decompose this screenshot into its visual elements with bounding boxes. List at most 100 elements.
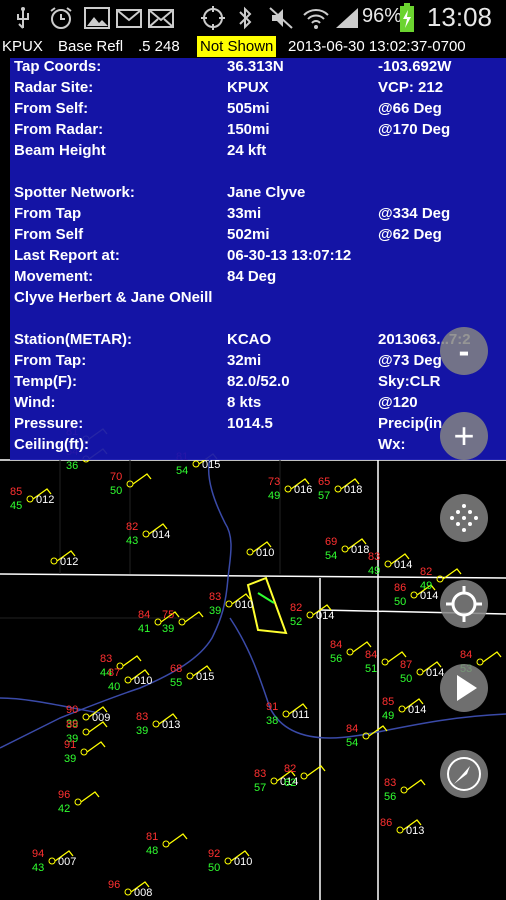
info-row: Pressure: 1014.5 Precip(in xyxy=(14,415,506,436)
station-temp: 94 xyxy=(32,848,44,860)
info-value: KCAO xyxy=(227,331,272,348)
station-plot[interactable]: 85 45 012 xyxy=(10,486,54,512)
wind-barb xyxy=(168,833,188,845)
info-label: Station(METAR): xyxy=(14,331,133,348)
layers-button[interactable] xyxy=(440,494,488,542)
station-visibility: 014 xyxy=(394,559,412,571)
station-marker xyxy=(306,611,314,619)
station-plot[interactable]: 69 54 018 xyxy=(325,536,369,562)
station-visibility: 013 xyxy=(162,719,180,731)
station-dewpoint: 48 xyxy=(146,845,158,857)
station-visibility: 014 xyxy=(316,610,334,622)
info-extra: @62 Deg xyxy=(378,226,442,243)
station-plot[interactable]: 91 38 011 xyxy=(266,701,310,727)
station-plot[interactable]: 94 43 007 xyxy=(32,848,76,874)
county-line xyxy=(0,460,281,619)
station-plot[interactable]: 012 xyxy=(50,550,78,568)
info-extra: @73 Deg xyxy=(378,352,442,369)
station-plot[interactable]: 9642 xyxy=(58,789,100,815)
play-icon xyxy=(457,675,477,701)
zoom-out-button[interactable]: - xyxy=(440,327,488,375)
station-visibility: 018 xyxy=(351,544,369,556)
station-plot[interactable]: 87 40 010 xyxy=(108,667,152,693)
play-button[interactable] xyxy=(440,664,488,712)
bluetooth-icon xyxy=(239,6,252,30)
station-dewpoint: 54 xyxy=(325,550,337,562)
station-temp: 81 xyxy=(146,831,158,843)
station-temp: 82 xyxy=(126,521,138,533)
station-plot[interactable]: 65 57 018 xyxy=(318,476,362,502)
radar-product[interactable]: Base Refl xyxy=(58,38,123,55)
station-plot[interactable]: 85 49 014 xyxy=(382,696,426,722)
station-marker xyxy=(246,548,254,556)
station-marker xyxy=(154,618,162,626)
radar-site[interactable]: KPUX xyxy=(2,38,43,55)
station-plot[interactable]: 8356 xyxy=(384,777,426,803)
station-temp: 73 xyxy=(268,476,280,488)
station-dewpoint: 40 xyxy=(108,681,120,693)
station-temp: 83 xyxy=(100,653,112,665)
crosshair-icon xyxy=(446,586,482,622)
mute-icon xyxy=(269,7,293,29)
station-temp: 85 xyxy=(10,486,22,498)
station-plot[interactable]: 83 39 013 xyxy=(136,711,180,737)
warning-polygon[interactable] xyxy=(246,576,288,635)
station-marker xyxy=(384,560,392,568)
locate-button[interactable] xyxy=(440,580,488,628)
station-plot[interactable]: 9139 xyxy=(64,739,106,765)
station-marker xyxy=(270,777,278,785)
station-marker xyxy=(50,557,58,565)
info-label: Radar Site: xyxy=(14,79,94,96)
station-plot[interactable]: 68 55 015 xyxy=(170,663,214,689)
station-plot[interactable]: 82 52 014 xyxy=(290,602,334,628)
station-visibility: 007 xyxy=(58,856,76,868)
station-visibility: 012 xyxy=(60,556,78,568)
station-dewpoint: 42 xyxy=(58,803,70,815)
station-plot[interactable]: 83 39 010 xyxy=(209,591,253,617)
info-row: From Self 502mi @62 Deg xyxy=(14,226,506,247)
station-dewpoint: 50 xyxy=(110,485,122,497)
info-label: Spotter Network: xyxy=(14,184,135,201)
station-temp: 83 xyxy=(368,551,380,563)
info-value: 502mi xyxy=(227,226,270,243)
station-plot[interactable]: 92 50 010 xyxy=(208,848,252,874)
station-plot[interactable]: 8148 xyxy=(146,831,188,857)
station-dewpoint: 57 xyxy=(318,490,330,502)
station-plot[interactable]: 83 49 014 xyxy=(368,551,412,577)
station-plot[interactable]: 010 xyxy=(246,541,274,559)
station-plot[interactable]: 82 43 014 xyxy=(126,521,170,547)
station-plot[interactable]: 86 013 xyxy=(380,817,424,837)
radar-tilt[interactable]: .5 248 xyxy=(138,38,180,55)
station-temp: 96 xyxy=(108,879,120,891)
station-marker xyxy=(82,713,90,721)
compass-button[interactable] xyxy=(440,750,488,798)
zoom-in-button[interactable]: + xyxy=(440,412,488,460)
station-visibility: 010 xyxy=(234,856,252,868)
station-marker xyxy=(48,857,56,865)
station-plot[interactable]: 73 49 016 xyxy=(268,476,312,502)
station-plot[interactable]: 8750 014 xyxy=(400,659,444,685)
station-dewpoint: 43 xyxy=(32,862,44,874)
info-row: Station(METAR): KCAO 2013063...7:2 xyxy=(14,331,506,352)
station-marker xyxy=(142,530,150,538)
info-label: Ceiling(ft): xyxy=(14,436,89,453)
info-value: 8 kts xyxy=(227,394,262,411)
station-dewpoint: 62 xyxy=(284,777,296,789)
info-label: Last Report at: xyxy=(14,247,120,264)
info-extra: @66 Deg xyxy=(378,100,442,117)
station-marker xyxy=(284,485,292,493)
alarm-icon xyxy=(50,7,72,29)
image-icon xyxy=(84,7,110,29)
station-visibility: 013 xyxy=(406,825,424,837)
gps-icon xyxy=(201,6,225,30)
station-marker xyxy=(381,658,389,666)
info-value: 33mi xyxy=(227,205,262,222)
info-extra: VCP: 212 xyxy=(378,79,444,96)
station-marker xyxy=(80,748,88,756)
station-plot[interactable]: 7539 xyxy=(162,609,204,635)
station-dewpoint: 49 xyxy=(420,580,432,592)
station-marker xyxy=(400,786,408,794)
station-plot[interactable]: 96 008 xyxy=(108,879,152,899)
station-dewpoint: 54 xyxy=(346,737,358,749)
station-marker xyxy=(178,618,186,626)
